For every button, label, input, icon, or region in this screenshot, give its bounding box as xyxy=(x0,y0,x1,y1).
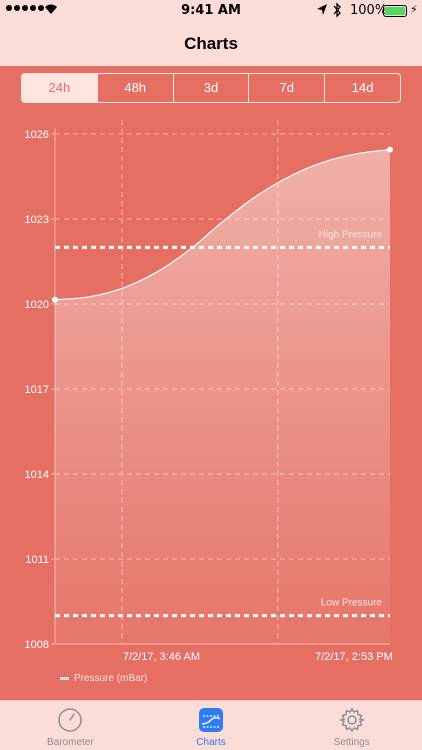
range-tab-7d[interactable]: 7d xyxy=(248,74,324,102)
location-arrow-icon xyxy=(317,4,327,15)
chart-icon xyxy=(197,706,225,734)
gauge-icon xyxy=(56,706,84,734)
bluetooth-icon xyxy=(333,2,341,18)
tab-bar: Barometer Charts Settings xyxy=(0,700,422,750)
y-tick-label: 1023 xyxy=(25,214,49,226)
tab-label-charts: Charts xyxy=(196,737,226,748)
y-tick-label: 1026 xyxy=(25,129,49,141)
tab-label-settings: Settings xyxy=(333,737,370,748)
page-title: Charts xyxy=(184,34,238,53)
y-tick-label: 1017 xyxy=(25,384,49,396)
low-pressure-label: Low Pressure xyxy=(321,598,383,609)
y-tick-label: 1020 xyxy=(25,299,49,311)
y-tick-label: 1008 xyxy=(25,639,49,651)
charging-bolt-icon: ⚡ xyxy=(410,3,418,16)
tab-settings[interactable]: Settings xyxy=(281,701,422,750)
tab-charts[interactable]: Charts xyxy=(141,701,282,750)
gear-icon xyxy=(338,706,366,734)
pressure-area-fill xyxy=(55,149,390,645)
chart-legend: Pressure (mBar) xyxy=(60,673,147,684)
range-tab-24h[interactable]: 24h xyxy=(22,74,97,102)
range-tab-48h[interactable]: 48h xyxy=(96,74,173,102)
y-tick-label: 1011 xyxy=(25,554,49,566)
pressure-chart[interactable]: High Pressure Low Pressure 1026 1023 1020 10… xyxy=(0,108,422,668)
legend-label: Pressure (mBar) xyxy=(74,673,148,684)
status-bar: 9:41 AM 100% ⚡ xyxy=(0,0,422,22)
tab-label-barometer: Barometer xyxy=(46,737,94,748)
pressure-chart-svg: High Pressure Low Pressure 1026 1023 1020 10… xyxy=(25,120,393,663)
navigation-bar: Charts xyxy=(0,22,422,66)
pressure-end-point xyxy=(387,146,393,153)
pressure-start-point xyxy=(52,296,58,303)
battery-percent: 100% xyxy=(350,3,388,18)
high-pressure-label: High Pressure xyxy=(319,229,383,240)
x-tick-label: 7/2/17, 2:53 PM xyxy=(315,651,393,663)
legend-swatch xyxy=(60,677,69,680)
tab-barometer[interactable]: Barometer xyxy=(0,701,141,750)
time-range-segmented-control: 24h 48h 3d 7d 14d xyxy=(21,73,401,103)
range-tab-3d[interactable]: 3d xyxy=(172,74,249,102)
y-tick-label: 1014 xyxy=(25,469,49,481)
range-tab-14d[interactable]: 14d xyxy=(324,74,400,102)
x-tick-label: 7/2/17, 3:46 AM xyxy=(123,651,200,663)
battery-icon xyxy=(383,5,407,17)
